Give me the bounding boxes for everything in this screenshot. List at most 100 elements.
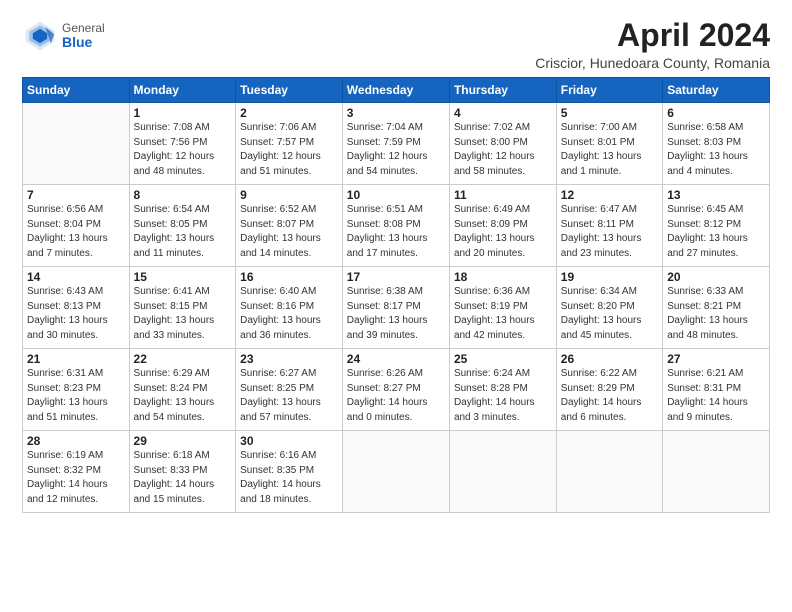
- day-number: 17: [347, 270, 445, 284]
- location-subtitle: Criscior, Hunedoara County, Romania: [535, 55, 770, 71]
- day-number: 14: [27, 270, 125, 284]
- header-day-friday: Friday: [556, 78, 662, 103]
- day-cell: [449, 431, 556, 513]
- day-info: Sunrise: 7:04 AM Sunset: 7:59 PM Dayligh…: [347, 121, 445, 179]
- day-info: Sunrise: 6:36 AM Sunset: 8:19 PM Dayligh…: [454, 285, 552, 343]
- day-info: Sunrise: 6:19 AM Sunset: 8:32 PM Dayligh…: [27, 449, 125, 507]
- day-info: Sunrise: 6:24 AM Sunset: 8:28 PM Dayligh…: [454, 367, 552, 425]
- day-info: Sunrise: 6:16 AM Sunset: 8:35 PM Dayligh…: [240, 449, 338, 507]
- logo-text: General Blue: [62, 22, 105, 51]
- day-cell: 28Sunrise: 6:19 AM Sunset: 8:32 PM Dayli…: [23, 431, 130, 513]
- day-info: Sunrise: 6:40 AM Sunset: 8:16 PM Dayligh…: [240, 285, 338, 343]
- day-cell: 13Sunrise: 6:45 AM Sunset: 8:12 PM Dayli…: [663, 185, 770, 267]
- day-number: 25: [454, 352, 552, 366]
- day-number: 18: [454, 270, 552, 284]
- day-number: 23: [240, 352, 338, 366]
- header-day-thursday: Thursday: [449, 78, 556, 103]
- day-cell: 25Sunrise: 6:24 AM Sunset: 8:28 PM Dayli…: [449, 349, 556, 431]
- day-number: 7: [27, 188, 125, 202]
- day-info: Sunrise: 7:00 AM Sunset: 8:01 PM Dayligh…: [561, 121, 658, 179]
- day-number: 24: [347, 352, 445, 366]
- week-row-4: 21Sunrise: 6:31 AM Sunset: 8:23 PM Dayli…: [23, 349, 770, 431]
- day-cell: 20Sunrise: 6:33 AM Sunset: 8:21 PM Dayli…: [663, 267, 770, 349]
- day-info: Sunrise: 6:41 AM Sunset: 8:15 PM Dayligh…: [134, 285, 232, 343]
- day-info: Sunrise: 6:56 AM Sunset: 8:04 PM Dayligh…: [27, 203, 125, 261]
- day-cell: 8Sunrise: 6:54 AM Sunset: 8:05 PM Daylig…: [129, 185, 236, 267]
- day-info: Sunrise: 6:33 AM Sunset: 8:21 PM Dayligh…: [667, 285, 765, 343]
- day-number: 27: [667, 352, 765, 366]
- logo-general: General: [62, 22, 105, 35]
- day-number: 12: [561, 188, 658, 202]
- day-number: 28: [27, 434, 125, 448]
- day-info: Sunrise: 6:49 AM Sunset: 8:09 PM Dayligh…: [454, 203, 552, 261]
- day-cell: 5Sunrise: 7:00 AM Sunset: 8:01 PM Daylig…: [556, 103, 662, 185]
- day-info: Sunrise: 6:22 AM Sunset: 8:29 PM Dayligh…: [561, 367, 658, 425]
- header-row: SundayMondayTuesdayWednesdayThursdayFrid…: [23, 78, 770, 103]
- day-number: 1: [134, 106, 232, 120]
- logo: General Blue: [22, 18, 105, 54]
- day-number: 6: [667, 106, 765, 120]
- header-day-sunday: Sunday: [23, 78, 130, 103]
- day-number: 2: [240, 106, 338, 120]
- day-cell: 23Sunrise: 6:27 AM Sunset: 8:25 PM Dayli…: [236, 349, 343, 431]
- day-info: Sunrise: 6:34 AM Sunset: 8:20 PM Dayligh…: [561, 285, 658, 343]
- day-info: Sunrise: 6:31 AM Sunset: 8:23 PM Dayligh…: [27, 367, 125, 425]
- day-info: Sunrise: 7:08 AM Sunset: 7:56 PM Dayligh…: [134, 121, 232, 179]
- week-row-2: 7Sunrise: 6:56 AM Sunset: 8:04 PM Daylig…: [23, 185, 770, 267]
- day-info: Sunrise: 6:26 AM Sunset: 8:27 PM Dayligh…: [347, 367, 445, 425]
- day-cell: 11Sunrise: 6:49 AM Sunset: 8:09 PM Dayli…: [449, 185, 556, 267]
- week-row-1: 1Sunrise: 7:08 AM Sunset: 7:56 PM Daylig…: [23, 103, 770, 185]
- day-cell: 2Sunrise: 7:06 AM Sunset: 7:57 PM Daylig…: [236, 103, 343, 185]
- day-cell: 19Sunrise: 6:34 AM Sunset: 8:20 PM Dayli…: [556, 267, 662, 349]
- week-row-3: 14Sunrise: 6:43 AM Sunset: 8:13 PM Dayli…: [23, 267, 770, 349]
- day-number: 19: [561, 270, 658, 284]
- day-cell: 12Sunrise: 6:47 AM Sunset: 8:11 PM Dayli…: [556, 185, 662, 267]
- day-number: 11: [454, 188, 552, 202]
- day-cell: 22Sunrise: 6:29 AM Sunset: 8:24 PM Dayli…: [129, 349, 236, 431]
- day-number: 21: [27, 352, 125, 366]
- day-cell: 9Sunrise: 6:52 AM Sunset: 8:07 PM Daylig…: [236, 185, 343, 267]
- day-cell: 29Sunrise: 6:18 AM Sunset: 8:33 PM Dayli…: [129, 431, 236, 513]
- day-cell: 21Sunrise: 6:31 AM Sunset: 8:23 PM Dayli…: [23, 349, 130, 431]
- day-cell: 4Sunrise: 7:02 AM Sunset: 8:00 PM Daylig…: [449, 103, 556, 185]
- day-cell: 26Sunrise: 6:22 AM Sunset: 8:29 PM Dayli…: [556, 349, 662, 431]
- day-number: 9: [240, 188, 338, 202]
- day-cell: 24Sunrise: 6:26 AM Sunset: 8:27 PM Dayli…: [342, 349, 449, 431]
- header-day-tuesday: Tuesday: [236, 78, 343, 103]
- day-info: Sunrise: 6:52 AM Sunset: 8:07 PM Dayligh…: [240, 203, 338, 261]
- day-cell: 7Sunrise: 6:56 AM Sunset: 8:04 PM Daylig…: [23, 185, 130, 267]
- title-block: April 2024 Criscior, Hunedoara County, R…: [535, 18, 770, 71]
- day-cell: [23, 103, 130, 185]
- day-cell: 3Sunrise: 7:04 AM Sunset: 7:59 PM Daylig…: [342, 103, 449, 185]
- day-number: 8: [134, 188, 232, 202]
- day-number: 5: [561, 106, 658, 120]
- day-cell: 18Sunrise: 6:36 AM Sunset: 8:19 PM Dayli…: [449, 267, 556, 349]
- day-info: Sunrise: 6:29 AM Sunset: 8:24 PM Dayligh…: [134, 367, 232, 425]
- day-number: 10: [347, 188, 445, 202]
- day-info: Sunrise: 6:43 AM Sunset: 8:13 PM Dayligh…: [27, 285, 125, 343]
- day-cell: 15Sunrise: 6:41 AM Sunset: 8:15 PM Dayli…: [129, 267, 236, 349]
- day-cell: [556, 431, 662, 513]
- day-info: Sunrise: 6:45 AM Sunset: 8:12 PM Dayligh…: [667, 203, 765, 261]
- day-number: 13: [667, 188, 765, 202]
- day-cell: 16Sunrise: 6:40 AM Sunset: 8:16 PM Dayli…: [236, 267, 343, 349]
- header: General Blue April 2024 Criscior, Hunedo…: [22, 18, 770, 71]
- day-info: Sunrise: 6:51 AM Sunset: 8:08 PM Dayligh…: [347, 203, 445, 261]
- header-day-saturday: Saturday: [663, 78, 770, 103]
- day-info: Sunrise: 6:58 AM Sunset: 8:03 PM Dayligh…: [667, 121, 765, 179]
- day-number: 30: [240, 434, 338, 448]
- day-cell: 27Sunrise: 6:21 AM Sunset: 8:31 PM Dayli…: [663, 349, 770, 431]
- day-info: Sunrise: 6:38 AM Sunset: 8:17 PM Dayligh…: [347, 285, 445, 343]
- day-number: 16: [240, 270, 338, 284]
- day-cell: 30Sunrise: 6:16 AM Sunset: 8:35 PM Dayli…: [236, 431, 343, 513]
- main-container: General Blue April 2024 Criscior, Hunedo…: [0, 0, 792, 523]
- day-number: 3: [347, 106, 445, 120]
- logo-icon: [22, 18, 58, 54]
- day-cell: 1Sunrise: 7:08 AM Sunset: 7:56 PM Daylig…: [129, 103, 236, 185]
- day-number: 22: [134, 352, 232, 366]
- day-info: Sunrise: 7:02 AM Sunset: 8:00 PM Dayligh…: [454, 121, 552, 179]
- day-info: Sunrise: 6:18 AM Sunset: 8:33 PM Dayligh…: [134, 449, 232, 507]
- day-info: Sunrise: 6:21 AM Sunset: 8:31 PM Dayligh…: [667, 367, 765, 425]
- day-cell: 6Sunrise: 6:58 AM Sunset: 8:03 PM Daylig…: [663, 103, 770, 185]
- week-row-5: 28Sunrise: 6:19 AM Sunset: 8:32 PM Dayli…: [23, 431, 770, 513]
